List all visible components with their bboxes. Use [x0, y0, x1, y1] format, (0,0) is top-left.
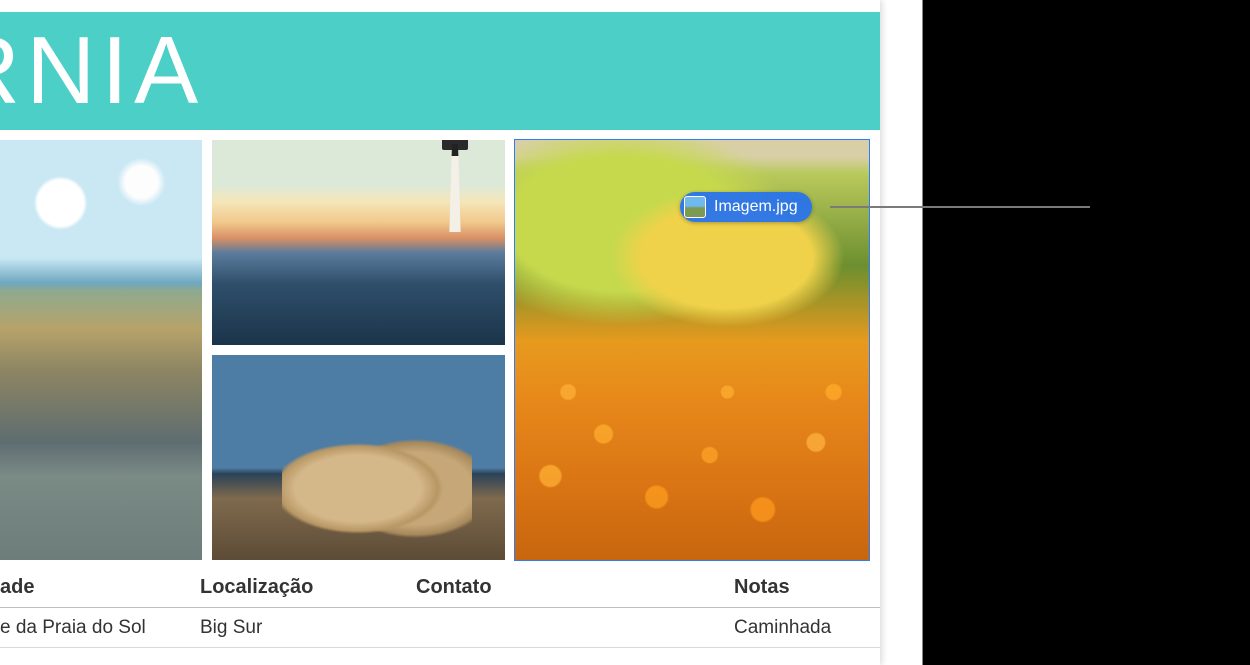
column-header[interactable]: ade	[0, 576, 200, 599]
table-row[interactable]: e da Praia do Sol Big Sur Caminhada	[0, 608, 880, 648]
gallery-image-seals[interactable]	[212, 355, 505, 560]
table-header-row: ade Localização Contato Notas	[0, 568, 880, 608]
gallery-image-lighthouse[interactable]	[212, 140, 505, 345]
column-header[interactable]: Contato	[416, 576, 734, 599]
landscape-icon	[212, 355, 505, 560]
cell-name[interactable]: e da Praia do Sol	[0, 617, 200, 639]
page-title: CALIFORNIA	[0, 16, 204, 126]
app-frame: CALIFORNIA	[0, 0, 923, 665]
drag-file-chip[interactable]: Imagem.jpg	[680, 192, 812, 222]
cell-notes[interactable]: Caminhada	[734, 617, 880, 639]
gallery-image-coast[interactable]	[0, 140, 202, 560]
column-header[interactable]: Localização	[200, 576, 416, 599]
image-thumbnail-icon	[684, 196, 706, 218]
data-table: ade Localização Contato Notas e da Praia…	[0, 568, 880, 648]
landscape-icon	[212, 140, 505, 345]
annotation-leader-line	[830, 206, 1090, 208]
lighthouse-icon	[445, 144, 465, 244]
title-band: CALIFORNIA	[0, 12, 880, 130]
seal-shape-icon	[282, 428, 472, 538]
drag-filename: Imagem.jpg	[714, 198, 798, 216]
document-canvas[interactable]: CALIFORNIA	[0, 0, 880, 665]
landscape-icon	[0, 140, 202, 560]
cell-location[interactable]: Big Sur	[200, 617, 416, 639]
column-header[interactable]: Notas	[734, 576, 880, 599]
